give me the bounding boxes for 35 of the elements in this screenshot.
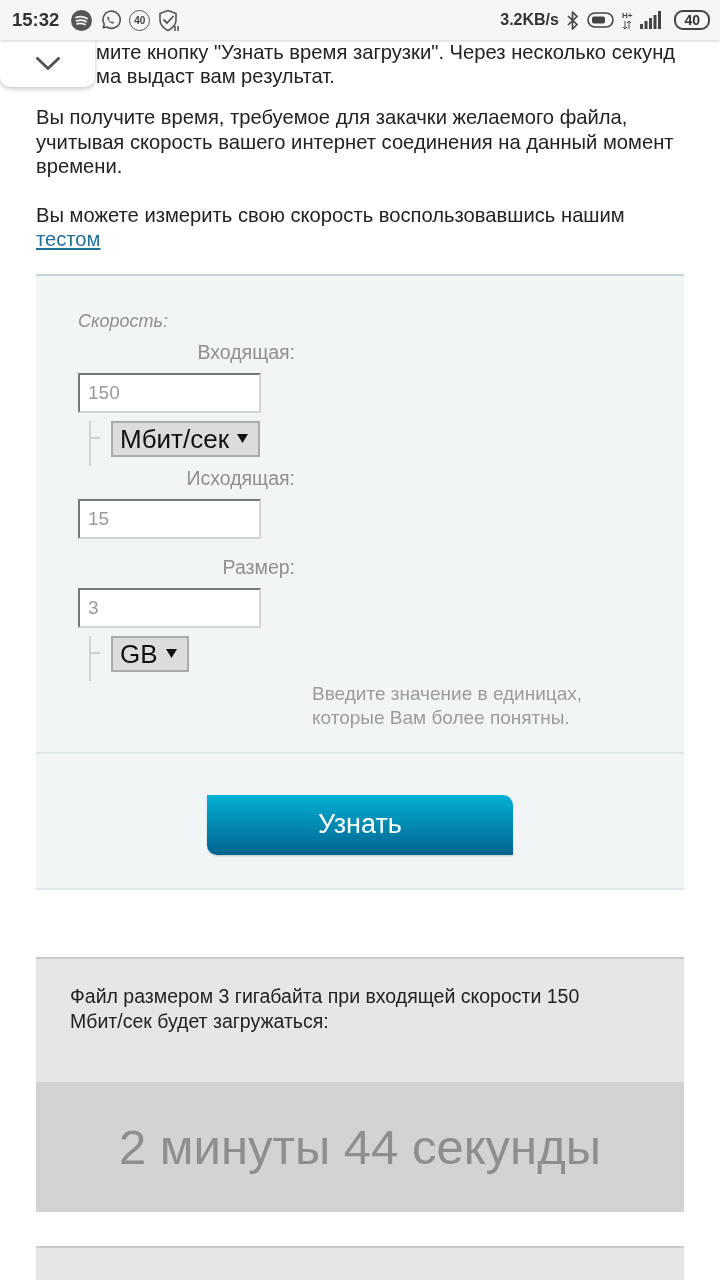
bluetooth-icon xyxy=(566,10,579,30)
chevron-down-icon xyxy=(35,57,60,70)
number-input[interactable]: 3 xyxy=(78,587,261,628)
collapse-button[interactable] xyxy=(0,40,95,87)
number-input[interactable]: 150 xyxy=(78,372,261,413)
tree-branch-icon xyxy=(89,635,101,681)
paragraph-text: ма выдаст вам результат. xyxy=(96,64,335,88)
result-summary: Файл размером 3 гигабайта при входящей скорости 150 Мбит/сек будет загружаться: xyxy=(69,983,581,1034)
field-label: Входящая: xyxy=(197,340,295,363)
submit-button[interactable]: Узнать xyxy=(207,794,513,855)
arcs-disc-icon xyxy=(71,9,93,31)
tree-branch-icon xyxy=(89,420,101,466)
caret-down-icon xyxy=(237,434,249,443)
battery-indicator: 40 xyxy=(674,10,710,30)
paragraph-text: Вы получите время, требуемое для закачки желаемого файла, учитывая скорость вашего интернет соединения на данный момент времени. xyxy=(36,105,675,179)
toggle-icon xyxy=(586,12,614,28)
unit-select[interactable]: GB xyxy=(111,635,189,672)
number-input[interactable]: 15 xyxy=(78,498,261,539)
signal-bars-icon xyxy=(640,11,663,29)
hint-text: Введите значение в единицах, которые Вам более понятны. xyxy=(312,681,584,730)
caret-down-icon xyxy=(165,649,177,658)
paragraph-text: Вы можете измерить свою скорость воспользовавшись нашим тестом xyxy=(36,202,626,252)
shield-check-icon xyxy=(158,8,181,32)
field-label: Исходящая: xyxy=(186,466,295,489)
network-type: H+ xyxy=(621,11,633,20)
phone-bubble-icon xyxy=(100,9,122,31)
download-time: 2 минуты 44 секунды xyxy=(36,1081,684,1212)
paragraph-text: мите кнопку "Узнать время загрузки". Через несколько секунд xyxy=(96,40,676,64)
clock-time: 15:32 xyxy=(12,9,60,31)
unit-select[interactable]: Мбит/сек xyxy=(111,420,261,457)
field-label: Размер: xyxy=(222,555,295,578)
section-label: Скорость: xyxy=(78,309,168,332)
test-link[interactable]: тестом xyxy=(36,228,101,250)
transfer-arrows-icon xyxy=(623,21,632,29)
network-speed: 3.2KB/s xyxy=(500,11,559,29)
